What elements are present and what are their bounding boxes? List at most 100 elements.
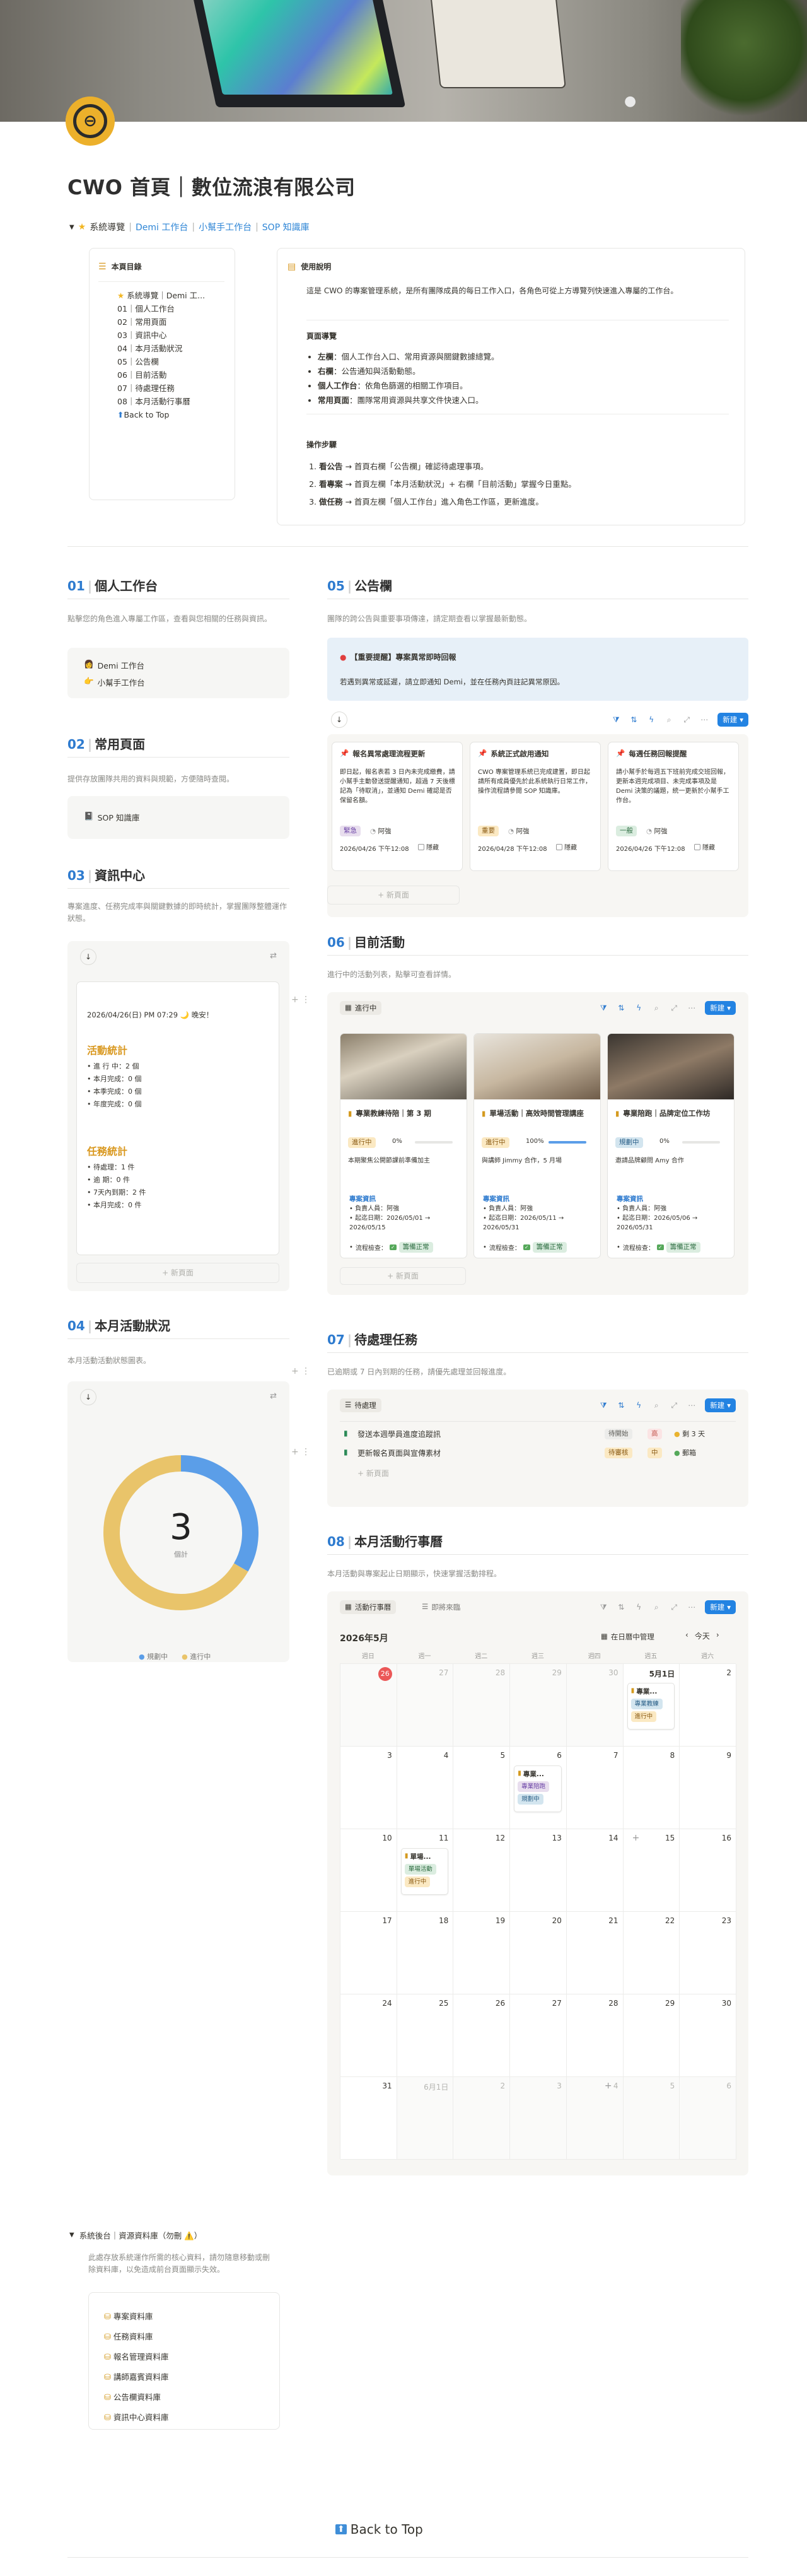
sort-icon[interactable]: ⇅ — [617, 1401, 625, 1410]
calendar-day[interactable]: 20 — [510, 1912, 567, 1994]
filter-icon[interactable]: ⧩ — [599, 1603, 608, 1612]
caret-down-icon[interactable]: ▼ — [69, 224, 74, 231]
hide-checkbox[interactable]: 隱藏 — [556, 842, 577, 852]
calendar-day[interactable]: 18 — [397, 1912, 454, 1994]
calendar-day[interactable]: 6 — [680, 2077, 736, 2160]
nav-link-helper[interactable]: 小幫手工作台 — [199, 221, 252, 233]
lightning-icon[interactable]: ϟ — [634, 1603, 643, 1612]
calendar-day[interactable]: 5 — [453, 1747, 511, 1829]
expand-icon[interactable]: ⤢ — [682, 715, 691, 724]
toc-item[interactable]: 07｜待處理任務 — [117, 382, 205, 395]
calendar-event[interactable]: ▮ 專業... 專業陪跑規劃中 — [514, 1765, 562, 1812]
calendar-day[interactable]: 31 — [340, 2077, 397, 2160]
calendar-day[interactable]: 26 — [453, 1994, 511, 2077]
lightning-icon[interactable]: ϟ — [634, 1004, 643, 1012]
database-link[interactable]: ⛁ 報名管理資料庫 — [104, 2347, 168, 2367]
filter-icon[interactable]: ⧩ — [599, 1004, 608, 1012]
toc-back-to-top[interactable]: ⬆Back to Top — [117, 408, 205, 421]
calendar-day[interactable]: 16 — [680, 1829, 736, 1912]
activity-card[interactable]: ▮ 專業教練待陪｜第 3 期進行中 0% 本期聚焦公開節課前準備加主 專案資訊 • 負責人… — [340, 1033, 467, 1258]
calendar-day[interactable]: 27 — [510, 1994, 567, 2077]
calendar-day[interactable]: 12 — [453, 1829, 511, 1912]
hide-checkbox[interactable]: 隱藏 — [418, 842, 439, 852]
task-row[interactable]: ▮ 發送本週學員進度追蹤訊 待開始 高 ● 剩 3 天 — [340, 1425, 736, 1443]
more-icon[interactable]: ⋯ — [687, 1401, 696, 1410]
nav-toggle[interactable]: ▼ ★ 系統導覽 | Demi 工作台 | 小幫手工作台 | SOP 知識庫 — [69, 221, 310, 233]
activity-card[interactable]: ▮ 單場活動｜高效時間管理講座 進行中 100% 與講師 Jimmy 合作，5 月場 專案… — [473, 1033, 601, 1258]
info-center-card[interactable]: 2026/04/26(日) PM 07:29 🌙 晚安！ 活動統計 • 進 行 … — [76, 981, 279, 1255]
search-icon[interactable]: ⌕ — [652, 1004, 661, 1012]
backend-toggle[interactable]: ▼ 系統後台｜資源資料庫（勿刪 ⚠️） — [69, 2229, 202, 2241]
arrow-down-circle-icon[interactable]: ↓ — [80, 949, 96, 965]
chevron-right-icon[interactable]: › — [716, 1630, 719, 1641]
expand-icon[interactable]: ⤢ — [670, 1603, 678, 1612]
view-tab-pending[interactable]: ☰ 待處理 — [340, 1398, 381, 1412]
database-link[interactable]: ⛁ 資訊中心資料庫 — [104, 2408, 168, 2428]
calendar-day[interactable]: 28 — [566, 1994, 624, 2077]
calendar-day[interactable]: 29 — [623, 1994, 680, 2077]
add-event-icon[interactable]: + — [632, 1833, 640, 1843]
calendar-day[interactable]: 8 — [623, 1747, 680, 1829]
more-icon[interactable]: ⋯ — [687, 1004, 696, 1012]
new-page-button[interactable]: + 新頁面 — [76, 1263, 279, 1283]
toc-item[interactable]: 05｜公告欄 — [117, 355, 205, 368]
toc-item[interactable]: 03｜資訊中心 — [117, 329, 205, 342]
back-to-top-link[interactable]: ⬆ Back to Top — [335, 2522, 423, 2537]
calendar-day[interactable]: 5 — [623, 2077, 680, 2160]
database-link[interactable]: ⛁ 公告欄資料庫 — [104, 2387, 168, 2408]
view-tab-upcoming[interactable]: ☰ 即將來臨 — [422, 1602, 460, 1612]
filter-icon[interactable]: ⇄ — [270, 951, 277, 961]
nav-link-demi[interactable]: Demi 工作台 — [136, 221, 188, 233]
toc-item[interactable]: 08｜本月活動行事曆 — [117, 395, 205, 408]
add-block-handle[interactable]: + ⋮ — [291, 1366, 310, 1376]
nav-link-sop[interactable]: SOP 知識庫 — [262, 221, 310, 233]
toc-item[interactable]: 02｜常用頁面 — [117, 315, 205, 329]
calendar-day[interactable]: 29 — [510, 1664, 567, 1747]
calendar-day[interactable]: 21 — [566, 1912, 624, 1994]
calendar-day[interactable]: 17 — [340, 1912, 397, 1994]
new-button[interactable]: 新建 ▾ — [705, 1398, 736, 1412]
hide-checkbox[interactable]: 隱藏 — [694, 842, 715, 852]
calendar-day[interactable]: 4 — [566, 2077, 624, 2160]
calendar-day[interactable]: 13 — [510, 1829, 567, 1912]
filter-icon[interactable]: ⧩ — [599, 1401, 608, 1410]
calendar-day[interactable]: 24 — [340, 1994, 397, 2077]
expand-icon[interactable]: ⤢ — [670, 1004, 678, 1012]
arrow-down-circle-icon[interactable]: ↓ — [331, 711, 347, 728]
lightning-icon[interactable]: ϟ — [647, 715, 656, 724]
expand-icon[interactable]: ⤢ — [670, 1401, 678, 1410]
more-icon[interactable]: ⋯ — [687, 1603, 696, 1612]
view-tab-calendar[interactable]: ▦ 活動行事曆 — [340, 1600, 397, 1614]
filter-icon[interactable]: ⧩ — [612, 715, 620, 724]
today-button[interactable]: 今天 — [695, 1630, 710, 1641]
announcement-card[interactable]: 📌 報名異常處理流程更新 即日起，報名表若 3 日內未完成繳費，請小幫手主動發送提醒… — [332, 742, 463, 871]
sort-icon[interactable]: ⇅ — [617, 1603, 625, 1612]
new-button[interactable]: 新建 ▾ — [705, 1600, 736, 1614]
add-block-handle[interactable]: + ⋮ — [291, 1447, 310, 1457]
filter-icon[interactable]: ⇄ — [270, 1391, 277, 1401]
new-button[interactable]: 新建 ▾ — [705, 1001, 736, 1015]
search-icon[interactable]: ⌕ — [665, 715, 673, 724]
search-icon[interactable]: ⌕ — [652, 1603, 661, 1612]
search-icon[interactable]: ⌕ — [652, 1401, 661, 1410]
calendar-day[interactable]: 30 — [566, 1664, 624, 1747]
new-page-button[interactable]: + 新頁面 — [340, 1267, 466, 1285]
page-icon[interactable]: ⊖ — [66, 97, 115, 146]
workspace-link-helper[interactable]: 👉 小幫手工作台 — [84, 676, 145, 688]
calendar-day[interactable]: 4 — [397, 1747, 454, 1829]
more-icon[interactable]: ⋯ — [700, 715, 709, 724]
group-by-button[interactable]: ▦ 進行中 — [340, 1001, 382, 1015]
calendar-day[interactable]: 3 — [340, 1747, 397, 1829]
calendar-day[interactable]: 22 — [623, 1912, 680, 1994]
database-link[interactable]: ⛁ 講師嘉賓資料庫 — [104, 2367, 168, 2387]
announcement-card[interactable]: 📌 每週任務回報提醒 請小幫手於每週五下班前完成交班回報，更新本週完成項目、未完成事… — [608, 742, 739, 871]
calendar-day[interactable]: 9 — [680, 1747, 736, 1829]
calendar-day[interactable]: 7 — [566, 1747, 624, 1829]
workspace-link-demi[interactable]: 👩 Demi 工作台 — [84, 659, 144, 671]
toc-item[interactable]: 06｜目前活動 — [117, 368, 205, 382]
new-button[interactable]: 新建 ▾ — [717, 713, 748, 727]
calendar-day[interactable]: 23 — [680, 1912, 736, 1994]
activity-card[interactable]: ▮ 專業陪跑｜品牌定位工作坊 規劃中 0% 邀請品牌顧問 Amy 合作 專案資訊 • 負責人… — [607, 1033, 734, 1258]
calendar-event[interactable]: ▮ 單場... 單場活動進行中 — [400, 1848, 449, 1895]
calendar-day[interactable]: 2 — [453, 2077, 511, 2160]
